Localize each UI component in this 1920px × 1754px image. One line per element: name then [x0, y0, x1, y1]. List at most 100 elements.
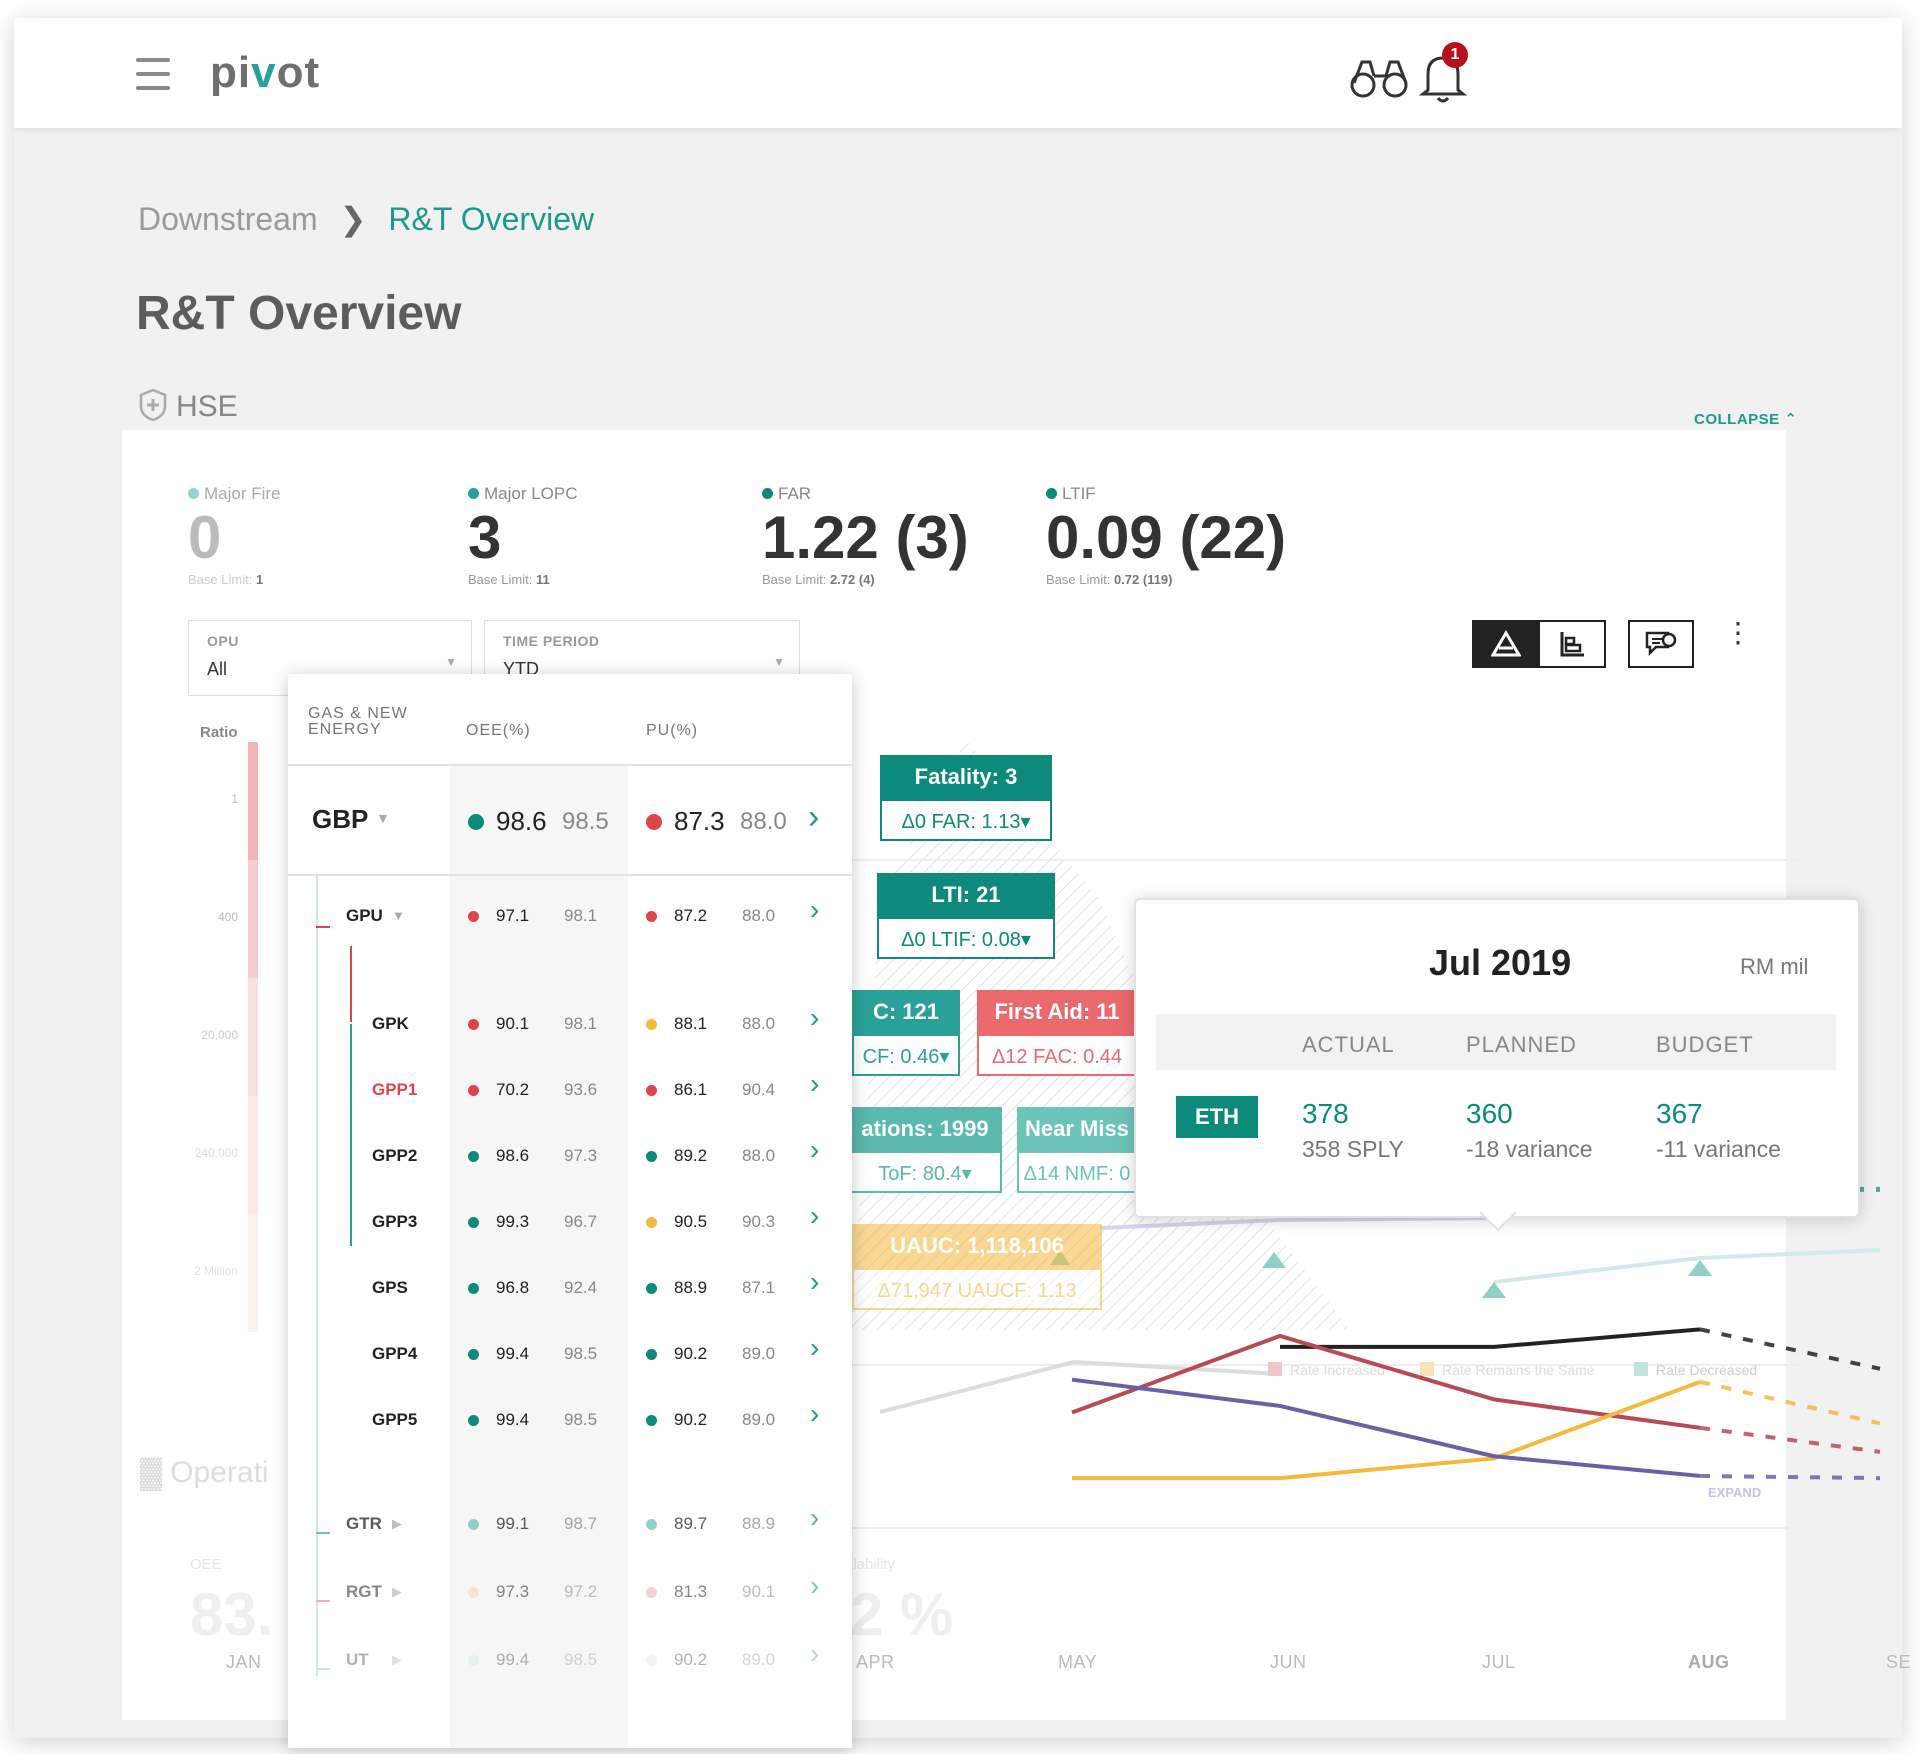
table-row[interactable]: UT ▶ 99.4 98.5 90.2 89.0 › — [288, 1638, 852, 1680]
chevron-right-icon[interactable]: › — [810, 1332, 819, 1364]
month-label: APR — [856, 1652, 895, 1672]
caret-icon[interactable]: ▶ — [392, 1584, 402, 1600]
status-dot — [468, 1587, 479, 1598]
popup-unit: RM mil — [1740, 954, 1809, 979]
row-pu: 87.2 — [674, 906, 708, 925]
row-pu: 89.7 — [674, 1514, 708, 1533]
case-tag[interactable]: C: 121 CF: 0.46▾ — [852, 990, 960, 1076]
status-dot — [468, 1085, 479, 1096]
fatality-tag[interactable]: Fatality: 3 Δ0 FAR: 1.13▾ — [880, 755, 1052, 841]
chevron-right-icon[interactable]: › — [810, 894, 819, 926]
uauc-sub: Δ71,947 UAUCF: 1.13 — [852, 1268, 1102, 1310]
near-miss-sub: Δ14 NMF: 0 — [1017, 1151, 1137, 1193]
chevron-right-icon[interactable]: › — [810, 1068, 819, 1100]
month-label: SE — [1886, 1652, 1912, 1672]
month-label: JUN — [1270, 1652, 1307, 1672]
lti-title: LTI: 21 — [877, 873, 1055, 917]
chevron-right-icon[interactable]: › — [810, 1502, 819, 1534]
status-dot — [646, 1217, 657, 1228]
row-oee-plan: 96.7 — [564, 1212, 598, 1231]
popup-header-planned: PLANNED — [1466, 1032, 1577, 1057]
uauc-title: UAUC: 1,118,106 — [852, 1224, 1102, 1268]
gbp-name: GBP — [312, 804, 369, 834]
near-miss-tag[interactable]: Near Miss Δ14 NMF: 0 — [1017, 1107, 1137, 1193]
status-dot — [646, 1085, 657, 1096]
legend-swatch-same — [1420, 1362, 1434, 1376]
table-row[interactable]: GPP1 70.2 93.6 86.1 90.4 › — [288, 1068, 852, 1110]
row-pu: 90.2 — [674, 1650, 708, 1669]
row-pu-plan: 90.4 — [742, 1080, 776, 1099]
table-row[interactable]: GTR ▶ 99.1 98.7 89.7 88.9 › — [288, 1502, 852, 1544]
caret-icon[interactable]: ▶ — [392, 1516, 402, 1532]
popup-badge: ETH — [1176, 1096, 1258, 1138]
row-name: GPP2 — [372, 1146, 418, 1165]
row-pu-plan: 88.0 — [742, 906, 776, 925]
status-dot — [646, 1587, 657, 1598]
popup-header-budget: BUDGET — [1656, 1032, 1754, 1057]
row-oee: 99.4 — [496, 1344, 530, 1363]
chevron-right-icon[interactable]: › — [810, 1638, 819, 1670]
uauc-tag[interactable]: UAUC: 1,118,106 Δ71,947 UAUCF: 1.13 — [852, 1224, 1102, 1310]
row-pu-plan: 89.0 — [742, 1650, 776, 1669]
caret-icon[interactable]: ▼ — [392, 908, 405, 923]
table-row[interactable]: GPP5 99.4 98.5 90.2 89.0 › — [288, 1398, 852, 1440]
chevron-right-icon[interactable]: › — [810, 1266, 819, 1298]
legend-swatch-increased — [1268, 1362, 1282, 1376]
first-aid-tag[interactable]: First Aid: 11 Δ12 FAC: 0.44 — [977, 990, 1137, 1076]
status-dot — [468, 1349, 479, 1360]
chevron-right-icon[interactable]: › — [810, 1398, 819, 1430]
caret-icon[interactable]: ▶ — [392, 1652, 402, 1668]
row-pu: 89.2 — [674, 1146, 708, 1165]
series-line — [1071, 1333, 1701, 1430]
row-oee-plan: 98.1 — [564, 1014, 598, 1033]
table-row[interactable]: GPP3 99.3 96.7 90.5 90.3 › — [288, 1200, 852, 1242]
row-oee-plan: 92.4 — [564, 1278, 598, 1297]
header-oee[interactable]: OEE(%) — [466, 722, 531, 740]
row-oee-plan: 97.2 — [564, 1582, 598, 1601]
status-dot — [468, 1019, 479, 1030]
divider — [288, 874, 852, 876]
chevron-right-icon[interactable]: › — [810, 1570, 819, 1602]
observations-tag[interactable]: ations: 1999 ToF: 80.4▾ — [848, 1107, 1002, 1193]
series-line — [1071, 1377, 1701, 1478]
table-row[interactable]: GPK 90.1 98.1 88.1 88.0 › — [288, 1002, 852, 1044]
popup-header-actual: ACTUAL — [1302, 1032, 1395, 1057]
status-dot — [646, 814, 662, 830]
marker-triangle — [1482, 1282, 1506, 1298]
caret-down-icon[interactable]: ▼ — [376, 810, 390, 826]
fatality-title: Fatality: 3 — [880, 755, 1052, 799]
header-pu[interactable]: PU(%) — [646, 722, 698, 740]
month-label: JUL — [1482, 1652, 1516, 1672]
popup-planned-sub: -18 variance — [1466, 1136, 1593, 1162]
row-pu: 81.3 — [674, 1582, 708, 1601]
fatality-sub: Δ0 FAR: 1.13▾ — [880, 799, 1052, 841]
row-oee: 97.1 — [496, 906, 530, 925]
series-forecast-line — [1699, 1473, 1881, 1481]
row-oee: 99.1 — [496, 1514, 530, 1533]
status-dot — [646, 911, 657, 922]
status-dot — [468, 1519, 479, 1530]
table-row[interactable]: GPS 96.8 92.4 88.9 87.1 › — [288, 1266, 852, 1308]
gbp-pu-plan: 88.0 — [740, 808, 787, 835]
lti-tag[interactable]: LTI: 21 Δ0 LTIF: 0.08▾ — [877, 873, 1055, 959]
table-row[interactable]: GPP2 98.6 97.3 89.2 88.0 › — [288, 1134, 852, 1176]
row-pu: 90.5 — [674, 1212, 708, 1231]
row-pu: 90.2 — [674, 1344, 708, 1363]
row-oee: 99.3 — [496, 1212, 530, 1231]
chevron-right-icon[interactable]: › — [808, 798, 819, 837]
lti-sub: Δ0 LTIF: 0.08▾ — [877, 917, 1055, 959]
status-dot — [646, 1655, 657, 1666]
chevron-right-icon[interactable]: › — [810, 1134, 819, 1166]
row-pu: 88.9 — [674, 1278, 708, 1297]
legend-same: Rate Remains the Same — [1442, 1362, 1595, 1378]
status-dot — [646, 1019, 657, 1030]
table-row[interactable]: GPP4 99.4 98.5 90.2 89.0 › — [288, 1332, 852, 1374]
row-name: GPP3 — [372, 1212, 418, 1231]
chevron-right-icon[interactable]: › — [810, 1002, 819, 1034]
series-forecast-line — [1699, 1379, 1881, 1426]
first-aid-sub: Δ12 FAC: 0.44 — [977, 1034, 1137, 1076]
table-row-gbp[interactable]: GBP ▼ 98.6 98.5 87.3 88.0 › — [288, 766, 852, 876]
chevron-right-icon[interactable]: › — [810, 1200, 819, 1232]
table-row[interactable]: GPU ▼ 97.1 98.1 87.2 88.0 › — [288, 894, 852, 936]
table-row[interactable]: RGT ▶ 97.3 97.2 81.3 90.1 › — [288, 1570, 852, 1612]
